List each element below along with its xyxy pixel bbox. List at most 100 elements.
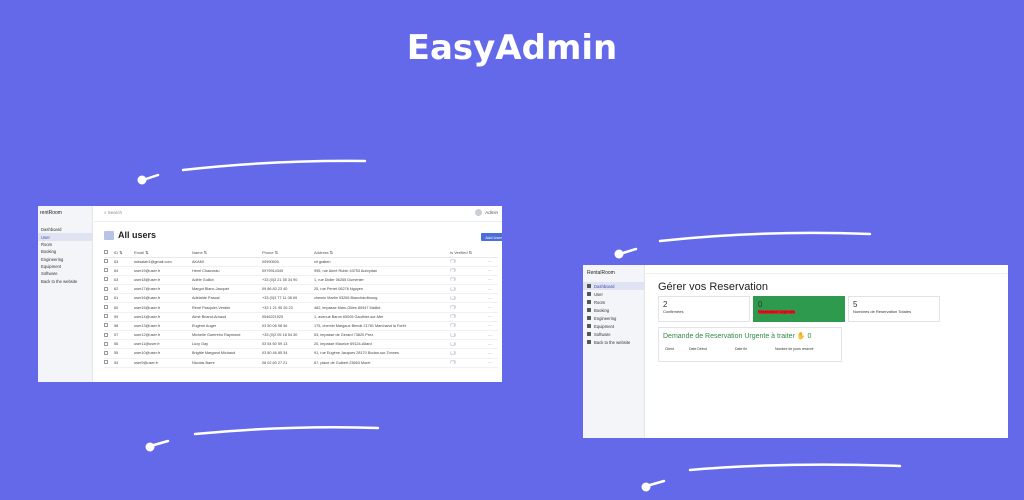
row-actions-icon[interactable]: ⋯ bbox=[488, 257, 498, 267]
cell-id: 55 bbox=[114, 348, 134, 359]
row-actions-icon[interactable]: ⋯ bbox=[488, 348, 498, 359]
sidebar-item-booking[interactable]: Booking bbox=[38, 248, 92, 255]
cell-email: user15@user.fr bbox=[134, 302, 192, 313]
column-header-start-date: Date Début bbox=[689, 347, 707, 351]
search-icon: ⌕ bbox=[104, 210, 107, 215]
table-row[interactable]: 64 user19@user.fr Henri Chauveau 0979914349… bbox=[104, 266, 498, 276]
cell-name: AKAMI bbox=[192, 257, 262, 267]
verified-toggle[interactable] bbox=[450, 305, 456, 310]
cell-phone: 0546221925 bbox=[262, 312, 314, 322]
verified-toggle[interactable] bbox=[450, 286, 456, 291]
row-actions-icon[interactable]: ⋯ bbox=[488, 312, 498, 322]
row-actions-icon[interactable]: ⋯ bbox=[488, 266, 498, 276]
column-header-address[interactable]: Address ⇅ bbox=[314, 248, 450, 258]
row-actions-icon[interactable]: ⋯ bbox=[488, 321, 498, 332]
row-checkbox[interactable] bbox=[104, 323, 108, 328]
verified-toggle[interactable] bbox=[450, 259, 456, 264]
row-checkbox[interactable] bbox=[104, 305, 108, 310]
row-checkbox[interactable] bbox=[104, 350, 108, 355]
sidebar-item-equipment[interactable]: Equipment bbox=[583, 322, 644, 330]
search-placeholder: Search bbox=[107, 210, 123, 215]
table-row[interactable]: 63 mdsalah1@gmail.com AKAMI 00990500 cit gra… bbox=[104, 257, 498, 267]
sidebar-item-room[interactable]: Room bbox=[38, 241, 92, 248]
cell-phone: 03 80 46 85 34 bbox=[262, 348, 314, 359]
row-checkbox[interactable] bbox=[104, 277, 108, 282]
sidebar-item-equipment[interactable]: Equipment bbox=[38, 263, 92, 270]
verified-toggle[interactable] bbox=[450, 314, 456, 319]
select-all-checkbox[interactable] bbox=[104, 249, 108, 254]
sidebar-item-software[interactable]: Software bbox=[583, 330, 644, 338]
table-row[interactable]: 62 user17@user.fr Margot Blanc-Jacquet 09 8… bbox=[104, 284, 498, 295]
swoosh-line bbox=[688, 463, 902, 472]
column-header-verified[interactable]: Is Verified ⇅ bbox=[450, 248, 488, 258]
row-actions-icon[interactable]: ⋯ bbox=[488, 293, 498, 304]
column-header-phone[interactable]: Phone ⇅ bbox=[262, 248, 314, 258]
row-actions-icon[interactable]: ⋯ bbox=[488, 275, 498, 286]
column-header-email[interactable]: Email ⇅ bbox=[134, 248, 192, 258]
row-checkbox[interactable] bbox=[104, 360, 108, 365]
sidebar-item-dashboard[interactable]: Dashboard bbox=[583, 282, 644, 290]
search-input[interactable]: ⌕ Search bbox=[104, 210, 122, 215]
row-checkbox[interactable] bbox=[104, 259, 108, 264]
row-checkbox[interactable] bbox=[104, 286, 108, 291]
sidebar-item-room[interactable]: Room bbox=[583, 298, 644, 306]
row-actions-icon[interactable]: ⋯ bbox=[488, 302, 498, 313]
verified-toggle[interactable] bbox=[450, 332, 456, 337]
cell-address: chemin Martin 93265 Blanchardbourg bbox=[314, 293, 450, 304]
verified-toggle[interactable] bbox=[450, 360, 456, 365]
sidebar-item-software[interactable]: Software bbox=[38, 270, 92, 277]
sidebar-item-engineering[interactable]: Engineering bbox=[38, 256, 92, 263]
stat-card-total: 5 Nombres de Reservation Totales bbox=[848, 296, 940, 322]
stat-label: Nombres de Reservation Totales bbox=[853, 309, 911, 314]
cell-phone: 03 50 06 98 46 bbox=[262, 321, 314, 332]
table-row[interactable]: 59 user14@user.fr Aimé Briand-Arnaud 054622… bbox=[104, 312, 498, 322]
sidebar-item-dashboard[interactable]: Dashboard bbox=[38, 226, 92, 233]
sidebar-item-engineering[interactable]: Engineering bbox=[583, 314, 644, 322]
users-icon bbox=[587, 292, 591, 296]
row-actions-icon[interactable]: ⋯ bbox=[488, 339, 498, 350]
cell-email: user12@user.fr bbox=[134, 330, 192, 341]
swoosh-dot bbox=[137, 175, 147, 185]
reservations-screenshot: RentalRoom Dashboard User Room Booking E… bbox=[583, 265, 1008, 438]
table-row[interactable]: 55 user10@user.fr Brigitte Margand Michaud… bbox=[104, 348, 498, 359]
cell-email: user16@user.fr bbox=[134, 293, 192, 304]
verified-toggle[interactable] bbox=[450, 268, 456, 273]
swoosh-line bbox=[621, 247, 638, 255]
verified-toggle[interactable] bbox=[450, 341, 456, 346]
row-actions-icon[interactable]: ⋯ bbox=[488, 284, 498, 295]
row-actions-icon[interactable]: ⋯ bbox=[488, 358, 498, 368]
table-row[interactable]: 57 user12@user.fr Michelle Guerreiro Raymo… bbox=[104, 330, 498, 341]
table-row[interactable]: 58 user13@user.fr Eugène Auger 03 50 06 98 … bbox=[104, 321, 498, 332]
table-row[interactable]: 60 user15@user.fr René Pasquier-Verdier +33… bbox=[104, 302, 498, 313]
table-row[interactable]: 63 user18@user.fr Adèle Guillot +33 (0)3 21… bbox=[104, 275, 498, 286]
column-header-name[interactable]: Name ⇅ bbox=[192, 248, 262, 258]
sidebar-item-back-to-website[interactable]: Back to the website bbox=[38, 278, 92, 285]
table-row[interactable]: 56 user11@user.fr Lucy Gay 03 54 60 59 13 20… bbox=[104, 339, 498, 350]
sidebar-item-back-to-website[interactable]: Back to the website bbox=[583, 338, 644, 346]
users-table: ID ⇅ Email ⇅ Name ⇅ Phone ⇅ Address ⇅ Is… bbox=[104, 248, 498, 368]
row-actions-icon[interactable]: ⋯ bbox=[488, 330, 498, 341]
verified-toggle[interactable] bbox=[450, 323, 456, 328]
cell-name: Lucy Gay bbox=[192, 339, 262, 350]
add-user-button[interactable]: Add User bbox=[481, 233, 502, 241]
verified-toggle[interactable] bbox=[450, 295, 456, 300]
row-checkbox[interactable] bbox=[104, 332, 108, 337]
row-checkbox[interactable] bbox=[104, 295, 108, 300]
cell-email: user13@user.fr bbox=[134, 321, 192, 332]
table-row[interactable]: 54 user9@user.fr Nicolas Barre 08 02 60 27 … bbox=[104, 358, 498, 368]
sidebar-item-user[interactable]: User bbox=[38, 233, 92, 241]
table-row[interactable]: 61 user16@user.fr Adélaïde Pascal +33 (0)3 … bbox=[104, 293, 498, 304]
brand-logo: rentRoom bbox=[40, 210, 62, 216]
row-checkbox[interactable] bbox=[104, 314, 108, 319]
column-header-id[interactable]: ID ⇅ bbox=[114, 248, 134, 258]
sidebar-item-user[interactable]: User bbox=[583, 290, 644, 298]
cell-id: 64 bbox=[114, 266, 134, 276]
verified-toggle[interactable] bbox=[450, 350, 456, 355]
cell-address: 53, impasse de Gerard 73820 Prez bbox=[314, 330, 450, 341]
verified-toggle[interactable] bbox=[450, 277, 456, 282]
sidebar-item-booking[interactable]: Booking bbox=[583, 306, 644, 314]
row-checkbox[interactable] bbox=[104, 341, 108, 346]
user-menu[interactable]: Admin bbox=[475, 209, 498, 216]
row-checkbox[interactable] bbox=[104, 268, 108, 273]
cell-id: 61 bbox=[114, 293, 134, 304]
